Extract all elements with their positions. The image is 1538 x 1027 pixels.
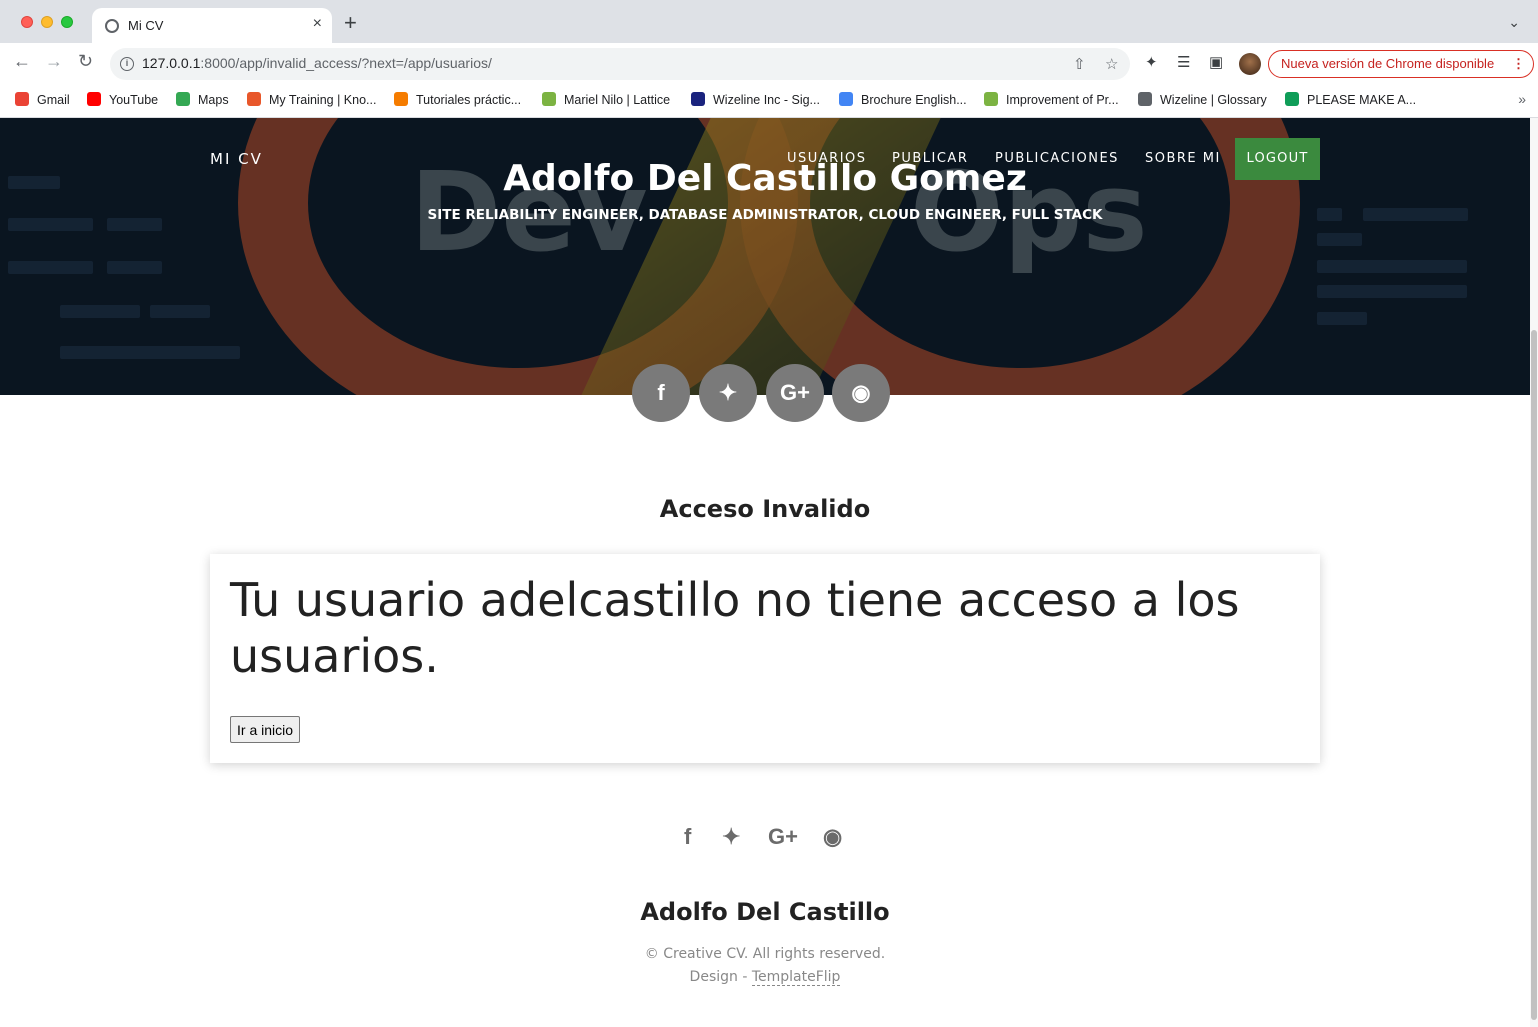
new-tab-button[interactable]: + [344, 12, 357, 34]
drive-icon [839, 92, 853, 106]
section-title: Acceso Invalido [659, 495, 871, 523]
instagram-icon[interactable]: ◉ [823, 824, 842, 850]
forward-arrow-icon[interactable]: → [45, 52, 63, 70]
bookmark-brochure[interactable]: Brochure English... [839, 92, 967, 107]
google-plus-icon[interactable]: G+ [768, 824, 798, 850]
maps-icon [176, 92, 190, 106]
templateflip-link[interactable]: TemplateFlip [751, 969, 841, 986]
side-panel-icon[interactable]: ▣ [1209, 55, 1223, 70]
chevron-double-right-icon[interactable]: » [1518, 91, 1526, 107]
hero-subtitle: SITE RELIABILITY ENGINEER, DATABASE ADMI… [427, 207, 1103, 223]
url-text[interactable]: 127.0.0.1:8000/app/invalid_access/?next=… [142, 55, 492, 71]
facebook-icon[interactable]: f [632, 364, 690, 422]
bookmark-improvement[interactable]: Improvement of Pr... [984, 92, 1119, 107]
go-home-button[interactable]: Ir a inicio [230, 716, 301, 743]
access-denied-message: Tu usuario adelcastillo no tiene acceso … [230, 573, 1240, 683]
back-arrow-icon[interactable]: ← [13, 52, 31, 70]
footer-copyright: © Creative CV. All rights reserved. [644, 946, 886, 962]
instagram-icon[interactable]: ◉ [832, 364, 890, 422]
window-maximize-button[interactable] [61, 16, 73, 28]
share-icon[interactable]: ⇧ [1073, 55, 1086, 73]
gmail-icon [15, 92, 29, 106]
page-viewport: Dev Ops MI CV USUARIOS PUBLICAR PUBLICAC… [0, 118, 1530, 1027]
lattice-icon [542, 92, 556, 106]
footer-name: Adolfo Del Castillo [640, 898, 890, 926]
bookmark-wizeline-sig[interactable]: Wizeline Inc - Sig... [691, 92, 820, 107]
lattice-icon [984, 92, 998, 106]
footer-design-credit: Design - TemplateFlip [0, 969, 1530, 986]
hero-title: Adolfo Del Castillo Gomez [503, 158, 1027, 199]
chrome-update-button[interactable]: Nueva versión de Chrome disponible ⋮ [1268, 50, 1534, 78]
tab-title: Mi CV [128, 18, 164, 33]
youtube-icon [87, 92, 101, 106]
more-vertical-icon[interactable]: ⋮ [1512, 51, 1525, 77]
window-minimize-button[interactable] [41, 16, 53, 28]
scrollbar-thumb[interactable] [1531, 330, 1537, 1020]
globe-icon [105, 19, 119, 33]
url-path: :8000/app/invalid_access/?next=/app/usua… [200, 55, 492, 71]
bookmark-glossary[interactable]: Wizeline | Glossary [1138, 92, 1267, 107]
bookmarks-bar: Gmail YouTube Maps My Training | Kno... … [0, 85, 1538, 118]
update-label: Nueva versión de Chrome disponible [1281, 56, 1495, 71]
bookmark-my-training[interactable]: My Training | Kno... [247, 92, 376, 107]
hero-banner: Dev Ops MI CV USUARIOS PUBLICAR PUBLICAC… [0, 118, 1530, 395]
profile-avatar[interactable] [1239, 53, 1261, 75]
globe-icon [1138, 92, 1152, 106]
bookmark-tutoriales[interactable]: Tutoriales práctic... [394, 92, 521, 107]
extensions-icon[interactable]: ✦ [1145, 55, 1158, 70]
browser-tab-bar: Mi CV × + ⌄ [0, 0, 1538, 43]
window-close-button[interactable] [21, 16, 33, 28]
sheets-icon [1285, 92, 1299, 106]
tutoriales-icon [394, 92, 408, 106]
google-plus-icon[interactable]: G+ [766, 364, 824, 422]
message-card: Tu usuario adelcastillo no tiene acceso … [210, 554, 1320, 763]
address-bar[interactable]: i 127.0.0.1:8000/app/invalid_access/?nex… [110, 48, 1130, 80]
close-icon[interactable]: × [313, 15, 322, 33]
facebook-icon[interactable]: f [684, 824, 691, 850]
training-icon [247, 92, 261, 106]
bookmark-gmail[interactable]: Gmail [15, 92, 70, 107]
twitter-icon[interactable]: ✦ [722, 824, 740, 850]
reload-icon[interactable]: ↻ [78, 52, 93, 70]
chevron-down-icon[interactable]: ⌄ [1508, 14, 1520, 31]
bookmark-lattice[interactable]: Mariel Nilo | Lattice [542, 92, 670, 107]
wizeline-icon [691, 92, 705, 106]
reading-list-icon[interactable]: ☰ [1177, 55, 1190, 70]
bookmark-please-make[interactable]: PLEASE MAKE A... [1285, 92, 1416, 107]
browser-tab-active[interactable]: Mi CV × [92, 8, 332, 43]
bookmark-maps[interactable]: Maps [176, 92, 229, 107]
browser-toolbar: ← → ↻ i 127.0.0.1:8000/app/invalid_acces… [0, 43, 1538, 85]
site-info-icon[interactable]: i [120, 57, 134, 71]
url-host: 127.0.0.1 [142, 55, 201, 71]
bookmark-youtube[interactable]: YouTube [87, 92, 158, 107]
twitter-icon[interactable]: ✦ [699, 364, 757, 422]
star-icon[interactable]: ☆ [1105, 55, 1118, 73]
footer-design-prefix: Design - [689, 969, 752, 985]
